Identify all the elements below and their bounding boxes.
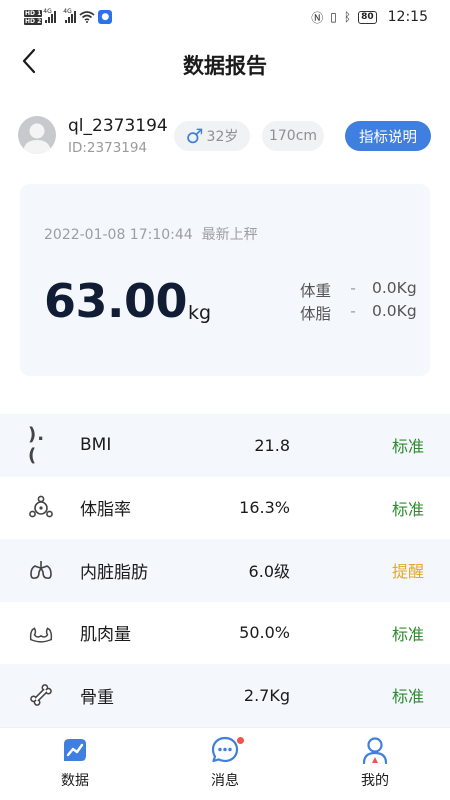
- indicator-value: 2.7Kg: [243, 685, 290, 705]
- indicator-row-bone[interactable]: 骨重 2.7Kg 标准: [0, 664, 450, 727]
- page-title: 数据报告: [183, 54, 267, 78]
- indicator-status: 标准: [391, 687, 424, 707]
- measure-time: 2022-01-08 17:10:44 最新上秤: [44, 227, 258, 243]
- nav-label: 消息: [211, 773, 239, 789]
- indicator-value: 6.0级: [248, 562, 290, 582]
- body-fat-icon: [28, 495, 54, 521]
- height-chip: 170cm: [262, 121, 324, 151]
- user-id: ID:2373194: [68, 140, 148, 156]
- metric-dash: -: [350, 279, 356, 297]
- battery-icon: 80: [358, 10, 377, 24]
- age-chip: ♂ 32岁: [174, 121, 250, 151]
- status-right: Ⓝ ▯ ᛒ 80 12:15: [311, 9, 428, 26]
- age-label: 32岁: [206, 129, 239, 145]
- unread-badge: [237, 737, 244, 744]
- nav-label: 我的: [361, 773, 389, 789]
- metric-value: 0.0Kg: [372, 279, 417, 297]
- indicator-row-visceral-fat[interactable]: 内脏脂肪 6.0级 提醒: [0, 539, 450, 602]
- indicator-name: 体脂率: [80, 500, 131, 521]
- user-icon: [360, 735, 390, 765]
- avatar[interactable]: [18, 116, 56, 154]
- network-1-label: 4G: [43, 8, 52, 15]
- male-icon: ♂: [185, 124, 204, 148]
- indicator-explanation-button[interactable]: 指标说明: [345, 121, 431, 151]
- status-left: HD 1 HD 2 4G 4G ●: [24, 8, 113, 25]
- header: 数据报告: [0, 38, 450, 88]
- metric-value: 0.0Kg: [372, 302, 417, 320]
- indicator-status: 标准: [391, 499, 424, 519]
- signal-2-icon: 4G: [63, 8, 77, 23]
- indicator-status: 标准: [391, 624, 424, 644]
- nfc-icon: Ⓝ: [311, 10, 324, 25]
- network-2-label: 4G: [63, 8, 72, 15]
- indicator-row-body-fat[interactable]: 体脂率 16.3% 标准: [0, 477, 450, 540]
- nav-label: 数据: [61, 773, 89, 789]
- nav-tab-profile[interactable]: 我的: [300, 728, 450, 800]
- indicator-value: 16.3%: [239, 498, 290, 518]
- metric-label: 体脂: [300, 305, 332, 323]
- avatar-icon: [23, 123, 51, 154]
- nav-tab-messages[interactable]: 消息: [150, 728, 300, 800]
- hd-1-label: HD 1: [24, 9, 43, 17]
- indicator-row-bmi[interactable]: ).( BMI 21.8 标准: [0, 414, 450, 477]
- indicator-name: 内脏脂肪: [80, 562, 148, 583]
- vibrate-icon: ▯: [330, 10, 337, 24]
- indicator-name: 肌肉量: [80, 625, 131, 646]
- bluetooth-icon: ᛒ: [343, 10, 352, 24]
- weight-change-metric: 体重 - 0.0Kg: [300, 279, 417, 301]
- chat-bubble-icon: [210, 735, 244, 765]
- bmi-icon: ).(: [28, 424, 46, 467]
- nav-tab-data[interactable]: 数据: [0, 728, 150, 800]
- indicator-status: 提醒: [391, 562, 424, 582]
- hd-2-label: HD 2: [24, 17, 43, 25]
- hd-indicator: HD 1 HD 2: [24, 9, 43, 25]
- height-label: 170cm: [268, 128, 318, 144]
- status-bar: HD 1 HD 2 4G 4G ● Ⓝ ▯ ᛒ 80 12:15: [0, 0, 450, 34]
- lungs-icon: [28, 557, 54, 583]
- muscle-icon: [28, 620, 54, 646]
- weight-unit: kg: [188, 302, 212, 324]
- indicator-row-muscle[interactable]: 肌肉量 50.0% 标准: [0, 602, 450, 665]
- wifi-icon: [79, 11, 95, 23]
- indicator-value: 50.0%: [239, 623, 290, 643]
- bottom-nav: 数据 消息 我的: [0, 727, 450, 800]
- profile-row: ql_2373194 ID:2373194 ♂ 32岁 170cm 指标说明: [18, 116, 438, 160]
- weight-value: 63.00: [44, 274, 188, 328]
- metric-dash: -: [350, 302, 356, 320]
- chart-icon: [60, 735, 90, 765]
- username: ql_2373194: [68, 116, 168, 136]
- indicator-list: ).( BMI 21.8 标准 体脂率 16.3% 标准 内脏脂肪 6.0级 提…: [0, 414, 450, 727]
- indicator-name: 骨重: [80, 687, 114, 708]
- metric-label: 体重: [300, 282, 332, 300]
- fat-change-metric: 体脂 - 0.0Kg: [300, 302, 417, 324]
- indicator-status: 标准: [391, 437, 424, 457]
- status-time: 12:15: [387, 9, 428, 25]
- indicator-name: BMI: [80, 435, 112, 456]
- bone-icon: [28, 682, 54, 708]
- app-notification-icon: ●: [98, 10, 113, 24]
- indicator-value: 21.8: [254, 435, 290, 455]
- weight-card: 2022-01-08 17:10:44 最新上秤 63.00 kg 体重 - 0…: [20, 184, 430, 376]
- signal-1-icon: 4G: [43, 8, 57, 23]
